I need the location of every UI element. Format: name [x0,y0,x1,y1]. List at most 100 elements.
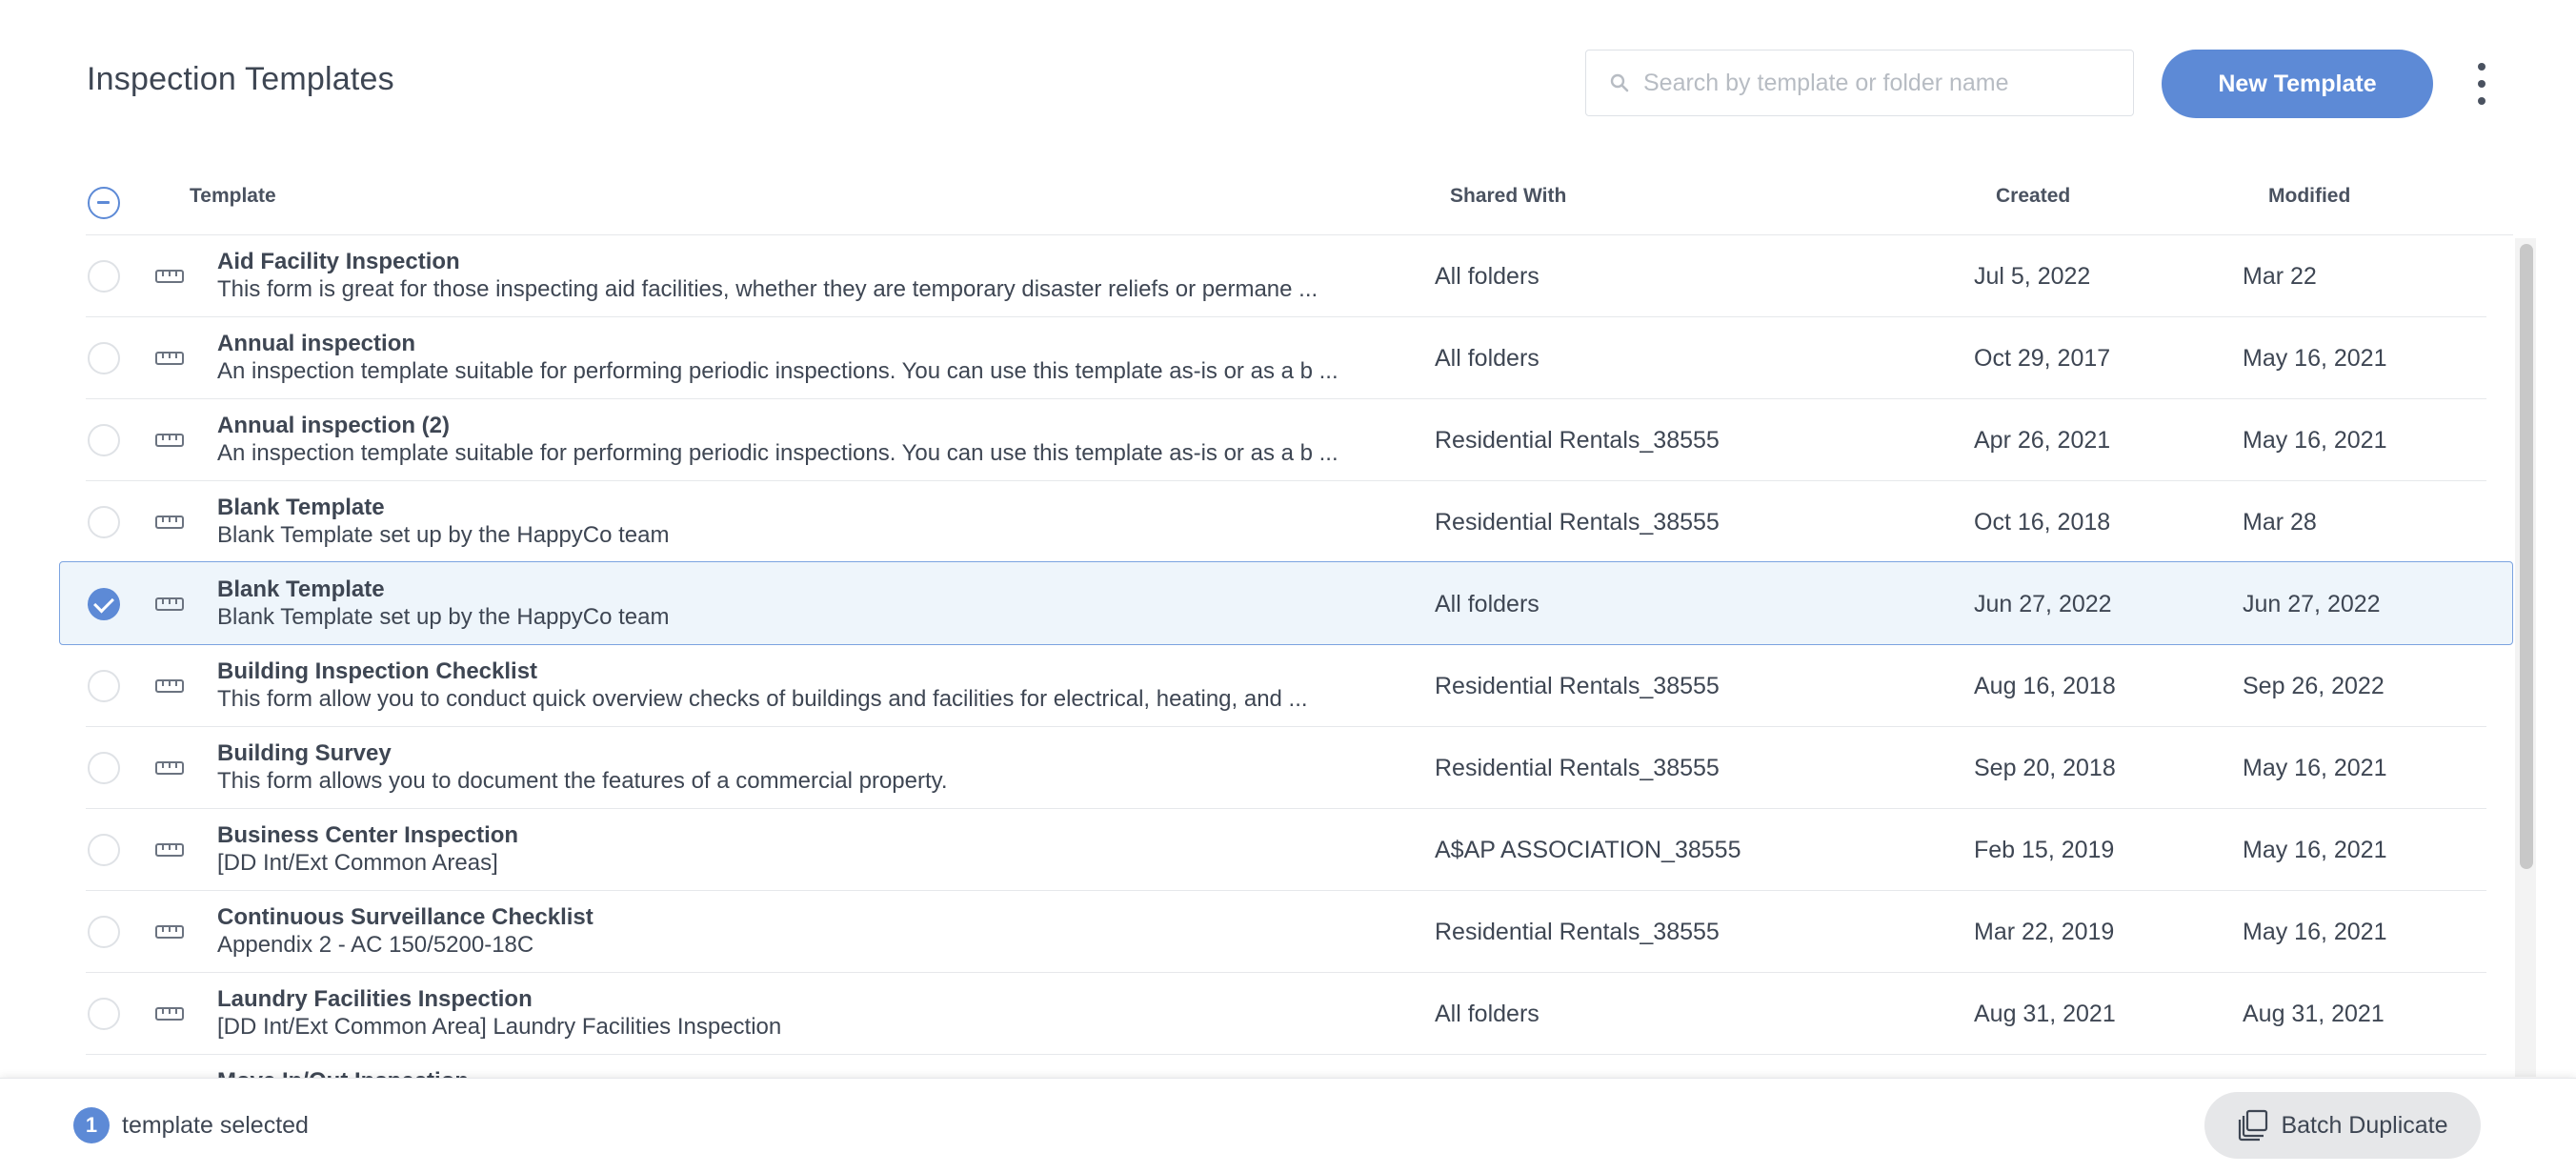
shared-with: Residential Rentals_38555 [1435,673,1720,699]
ruler-icon [155,515,184,530]
created-date: Oct 29, 2017 [1974,345,2111,372]
table-row[interactable]: Blank Template Blank Template set up by t… [0,561,2515,645]
selection-footer: 1 template selected Batch Duplicate [0,1078,2576,1173]
row-checkbox[interactable] [88,342,120,374]
table-row[interactable]: Annual inspection An inspection template … [0,317,2515,399]
search-icon [1607,71,1632,95]
table-row[interactable]: Aid Facility Inspection This form is grea… [0,235,2515,317]
modified-date: May 16, 2021 [2243,755,2387,781]
column-header-modified[interactable]: Modified [2268,185,2350,208]
shared-with: Residential Rentals_38555 [1435,755,1720,781]
template-description: Blank Template set up by the HappyCo tea… [217,522,670,548]
modified-date: May 16, 2021 [2243,427,2387,454]
shared-with: All folders [1435,591,1540,617]
more-options-icon[interactable] [2463,59,2501,109]
created-date: Sep 20, 2018 [1974,755,2116,781]
batch-duplicate-label: Batch Duplicate [2281,1111,2448,1139]
row-checkbox[interactable] [88,998,120,1030]
selected-count-badge: 1 [73,1107,110,1143]
shared-with: Residential Rentals_38555 [1435,919,1720,945]
template-name[interactable]: Aid Facility Inspection [217,249,460,275]
table-header: Template Shared With Created Modified [0,177,2515,234]
batch-duplicate-button[interactable]: Batch Duplicate [2204,1092,2481,1159]
ruler-icon [155,269,184,284]
table-row[interactable]: Business Center Inspection [DD Int/Ext Co… [0,809,2515,891]
search-box[interactable] [1585,50,2134,116]
duplicate-icon [2239,1109,2268,1142]
table-row[interactable]: Continuous Surveillance Checklist Appendi… [0,891,2515,973]
shared-with: All folders [1435,345,1540,372]
template-name[interactable]: Annual inspection (2) [217,413,450,439]
template-name[interactable]: Blank Template [217,495,385,521]
scrollbar-thumb[interactable] [2520,244,2533,869]
ruler-icon [155,842,184,858]
template-description: This form allow you to conduct quick ove… [217,686,1308,712]
shared-with: All folders [1435,1001,1540,1027]
template-description: [DD Int/Ext Common Area] Laundry Facilit… [217,1014,782,1040]
ruler-icon [155,924,184,940]
created-date: Oct 16, 2018 [1974,509,2111,536]
selected-label: template selected [122,1112,309,1139]
modified-date: Mar 22 [2243,263,2317,290]
table-row[interactable]: Building Survey This form allows you to d… [0,727,2515,809]
ruler-icon [155,351,184,366]
shared-with: A$AP ASSOCIATION_38555 [1435,837,1741,863]
selected-row-highlight [59,561,2513,645]
modified-date: Mar 28 [2243,509,2317,536]
created-date: Feb 15, 2019 [1974,837,2115,863]
shared-with: Residential Rentals_38555 [1435,509,1720,536]
modified-date: May 16, 2021 [2243,919,2387,945]
template-name[interactable]: Move In/Out Inspection [217,1068,469,1078]
table-row[interactable]: Building Inspection Checklist This form a… [0,645,2515,727]
template-description: This form is great for those inspecting … [217,276,1318,302]
modified-date: Aug 31, 2021 [2243,1001,2385,1027]
ruler-icon [155,597,184,612]
modified-date: May 16, 2021 [2243,345,2387,372]
column-header-shared-with[interactable]: Shared With [1450,185,1566,208]
ruler-icon [155,678,184,694]
row-checkbox[interactable] [88,670,120,702]
modified-date: Jun 27, 2022 [2243,591,2381,617]
select-all-checkbox[interactable] [88,187,120,219]
created-date: Mar 22, 2019 [1974,919,2115,945]
ruler-icon [155,1006,184,1021]
template-name[interactable]: Continuous Surveillance Checklist [217,904,594,931]
column-header-template[interactable]: Template [190,185,276,208]
template-name[interactable]: Building Survey [217,740,392,767]
table-row[interactable]: Annual inspection (2) An inspection templ… [0,399,2515,481]
page-title: Inspection Templates [87,61,394,97]
column-header-created[interactable]: Created [1996,185,2070,208]
table-row[interactable]: Blank Template Blank Template set up by t… [0,481,2515,563]
template-description: Appendix 2 - AC 150/5200-18C [217,932,534,958]
shared-with: All folders [1435,263,1540,290]
row-checkbox[interactable] [88,506,120,538]
row-checkbox[interactable] [88,260,120,293]
template-description: An inspection template suitable for perf… [217,440,1338,466]
template-name[interactable]: Business Center Inspection [217,822,518,849]
created-date: Jul 5, 2022 [1974,263,2091,290]
row-checkbox[interactable] [88,588,120,620]
row-checkbox[interactable] [88,834,120,866]
created-date: Jun 27, 2022 [1974,591,2112,617]
modified-date: May 16, 2021 [2243,837,2387,863]
table-row[interactable]: Laundry Facilities Inspection [DD Int/Ext… [0,973,2515,1055]
template-description: Blank Template set up by the HappyCo tea… [217,604,670,630]
search-input[interactable] [1641,68,2133,98]
row-checkbox[interactable] [88,916,120,948]
new-template-button[interactable]: New Template [2162,50,2433,118]
created-date: Aug 31, 2021 [1974,1001,2116,1027]
created-date: Aug 16, 2018 [1974,673,2116,699]
template-name[interactable]: Blank Template [217,576,385,603]
modified-date: Sep 26, 2022 [2243,673,2385,699]
ruler-icon [155,760,184,776]
template-name[interactable]: Laundry Facilities Inspection [217,986,533,1013]
row-checkbox[interactable] [88,424,120,456]
table-row[interactable]: Move In/Out Inspection [0,1055,2515,1078]
row-checkbox[interactable] [88,752,120,784]
shared-with: Residential Rentals_38555 [1435,427,1720,454]
ruler-icon [155,433,184,448]
template-name[interactable]: Building Inspection Checklist [217,658,537,685]
template-description: An inspection template suitable for perf… [217,358,1338,384]
template-description: [DD Int/Ext Common Areas] [217,850,498,876]
template-name[interactable]: Annual inspection [217,331,415,357]
